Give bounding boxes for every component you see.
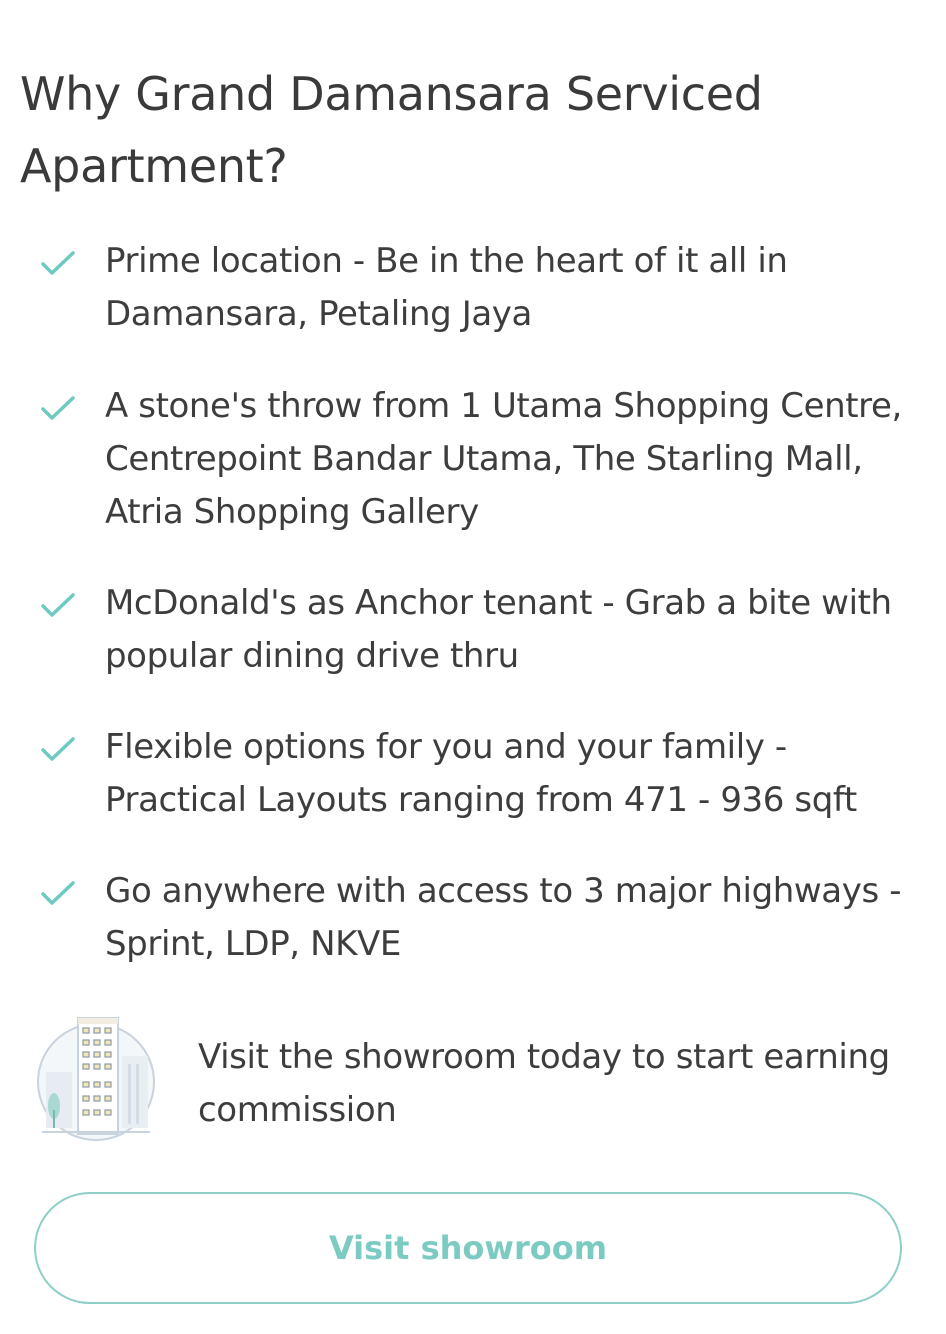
check-icon <box>41 737 75 761</box>
check-icon <box>41 593 75 617</box>
building-illustration-icon <box>37 1017 155 1141</box>
benefit-text: McDonald's as Anchor tenant - Grab a bit… <box>105 583 892 676</box>
check-icon <box>41 396 75 420</box>
check-icon <box>41 251 75 275</box>
benefit-text: Flexible options for you and your family… <box>105 727 857 820</box>
visit-showroom-button[interactable]: Visit showroom <box>34 1192 902 1304</box>
check-icon <box>41 881 75 905</box>
benefit-text: A stone's throw from 1 Utama Shopping Ce… <box>105 386 902 532</box>
promo-text: Visit the showroom today to start earnin… <box>198 1037 890 1130</box>
benefit-text: Go anywhere with access to 3 major highw… <box>105 871 902 964</box>
page-title: Why Grand Damansara Serviced Apartment? <box>20 67 763 193</box>
benefit-text: Prime location - Be in the heart of it a… <box>105 241 788 334</box>
